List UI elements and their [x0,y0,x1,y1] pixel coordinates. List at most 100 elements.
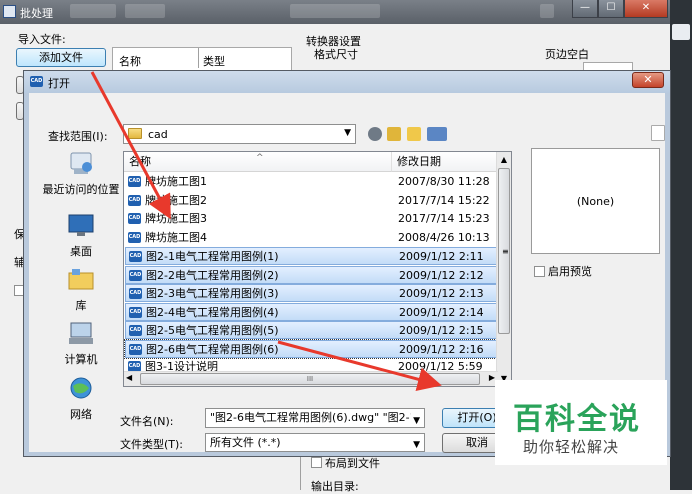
close-button[interactable]: ✕ [624,0,668,18]
list-header-type[interactable]: 类型 [203,53,225,69]
dwg-file-icon: CAD [129,306,142,318]
scroll-left-icon[interactable]: ◀ [126,373,132,382]
app-icon [3,5,16,18]
filetype-combobox[interactable]: 所有文件 (*.*) ▼ [205,433,425,452]
column-date-label: 修改日期 [397,155,441,168]
import-file-list[interactable]: 名称 类型 [112,47,292,71]
libraries-icon [67,267,95,293]
file-name: 图2-3电气工程常用图例(3) [146,287,279,300]
dwg-file-icon: CAD [128,231,141,243]
layout-to-file-checkbox[interactable] [311,457,322,468]
filetype-value: 所有文件 (*.*) [210,436,281,449]
file-row[interactable]: CAD 图2-5电气工程常用图例(5) 2009/1/12 2:15 [125,321,498,339]
filename-value[interactable]: "图2-6电气工程常用图例(6).dwg" "图2-1 [210,411,417,424]
window-tool-icon[interactable] [540,4,554,18]
file-row[interactable]: CAD 牌坊施工图1 2007/8/30 11:28 [125,173,498,191]
file-name: 图2-4电气工程常用图例(4) [146,305,279,319]
dialog-close-button[interactable]: ✕ [632,72,664,88]
enable-preview-option[interactable]: 启用预览 [534,263,592,279]
up-folder-icon[interactable] [387,127,401,141]
file-date: 2017/7/14 15:22 [398,193,490,207]
look-in-value: cad [148,128,168,141]
column-header-date[interactable]: 修改日期 [392,152,498,172]
scroll-up-icon[interactable]: ▲ [497,152,511,167]
filetype-label: 文件类型(T): [120,438,184,451]
file-row[interactable]: CAD 图2-6电气工程常用图例(6) 2009/1/12 2:16 [124,338,499,359]
app-shortcut-icon[interactable] [672,24,690,40]
dwg-file-icon: CAD [129,343,142,355]
place-label: 最近访问的位置 [42,183,120,196]
title-text-blurred [290,4,380,18]
desktop-icon [67,213,95,239]
enable-preview-label: 启用预览 [548,265,592,278]
file-name: 图2-5电气工程常用图例(5) [146,324,279,337]
view-menu-icon[interactable] [427,127,447,141]
horizontal-scrollbar[interactable]: ◀ III ▶ [124,371,498,386]
main-window-title: 批处理 [20,7,53,20]
vertical-scrollbar[interactable]: ▲ ≡ ▼ [496,152,511,386]
look-in-combobox[interactable]: cad ▼ [123,124,356,144]
maximize-button[interactable]: ☐ [598,0,624,18]
main-window-titlebar: 批处理 — ☐ ✕ [0,0,692,24]
dialog-titlebar: CAD 打开 ✕ [24,71,670,93]
place-computer[interactable]: 计算机 [38,321,124,367]
vertical-scroll-thumb[interactable]: ≡ [498,168,510,334]
places-bar: 最近访问的位置 桌面 库 计算机 网络 [38,151,124,421]
add-file-button[interactable]: 添加文件 [16,48,106,67]
file-date: 2009/1/12 2:13 [399,287,484,300]
file-name: 牌坊施工图4 [145,230,207,244]
file-list[interactable]: 名称 ^ 修改日期 CAD 牌坊施工图1 2007/8/30 11:28 CAD 牌坊施… [123,151,512,387]
group-border [300,455,301,490]
filename-label: 文件名(N): [120,415,174,428]
scroll-grip-icon: ≡ [502,247,509,256]
side-taskbar-strip [670,0,692,490]
format-size-label: 格式尺寸 [314,48,358,61]
file-date: 2007/8/30 11:28 [398,175,490,188]
list-header-name[interactable]: 名称 [119,53,141,69]
file-date: 2017/7/14 15:23 [398,212,490,225]
page-margin-label: 页边空白 [545,48,589,61]
place-libraries[interactable]: 库 [38,267,124,313]
file-row[interactable]: CAD 牌坊施工图2 2017/7/14 15:22 [125,192,498,210]
filename-combobox[interactable]: "图2-6电气工程常用图例(6).dwg" "图2-1 ▼ [205,408,425,428]
toolbar-icons-blurred [70,4,116,18]
file-name: 图2-6电气工程常用图例(6) [146,342,279,356]
folder-icon [128,128,142,139]
file-name: 图2-1电气工程常用图例(1) [146,250,279,263]
chevron-down-icon[interactable]: ▼ [344,128,351,138]
back-icon[interactable] [368,127,382,141]
file-row[interactable]: CAD 图2-3电气工程常用图例(3) 2009/1/12 2:13 [125,284,498,302]
dialog-title: 打开 [48,77,70,90]
horizontal-scroll-thumb[interactable]: III [140,373,480,385]
file-name: 牌坊施工图1 [145,175,207,188]
dwg-file-icon: CAD [129,288,142,299]
minimize-button[interactable]: — [572,0,598,18]
chevron-down-icon[interactable]: ▼ [413,437,420,454]
place-desktop[interactable]: 桌面 [38,213,124,259]
recent-places-icon [67,151,95,177]
file-row[interactable]: CAD 图2-4电气工程常用图例(4) 2009/1/12 2:14 [125,302,498,321]
column-header-name[interactable]: 名称 ^ [124,152,392,172]
place-network[interactable]: 网络 [38,376,124,422]
look-in-label: 查找范围(I): [48,130,108,143]
place-recent[interactable]: 最近访问的位置 [38,151,124,197]
chevron-down-icon[interactable]: ▼ [411,412,420,427]
file-row[interactable]: CAD 图2-2电气工程常用图例(2) 2009/1/12 2:12 [125,265,498,284]
file-row[interactable]: CAD 牌坊施工图3 2017/7/14 15:23 [125,210,498,228]
place-label: 库 [75,299,87,312]
file-date: 2009/1/12 2:12 [399,268,484,282]
sort-ascending-icon: ^ [256,153,264,163]
file-name: 牌坊施工图3 [145,212,207,225]
file-date: 2008/4/26 10:13 [398,230,490,244]
cad-app-icon: CAD [30,76,43,87]
dwg-file-icon: CAD [128,194,141,206]
dwg-file-icon: CAD [128,176,141,187]
column-name-label: 名称 [129,155,151,168]
preview-pane-icon[interactable] [651,125,665,141]
enable-preview-checkbox[interactable] [534,266,545,277]
file-row[interactable]: CAD 牌坊施工图4 2008/4/26 10:13 [125,229,498,247]
file-date: 2009/1/12 2:15 [399,324,484,337]
file-row[interactable]: CAD 图2-1电气工程常用图例(1) 2009/1/12 2:11 [125,247,498,265]
new-folder-icon[interactable] [407,127,421,141]
place-label: 网络 [70,408,92,421]
